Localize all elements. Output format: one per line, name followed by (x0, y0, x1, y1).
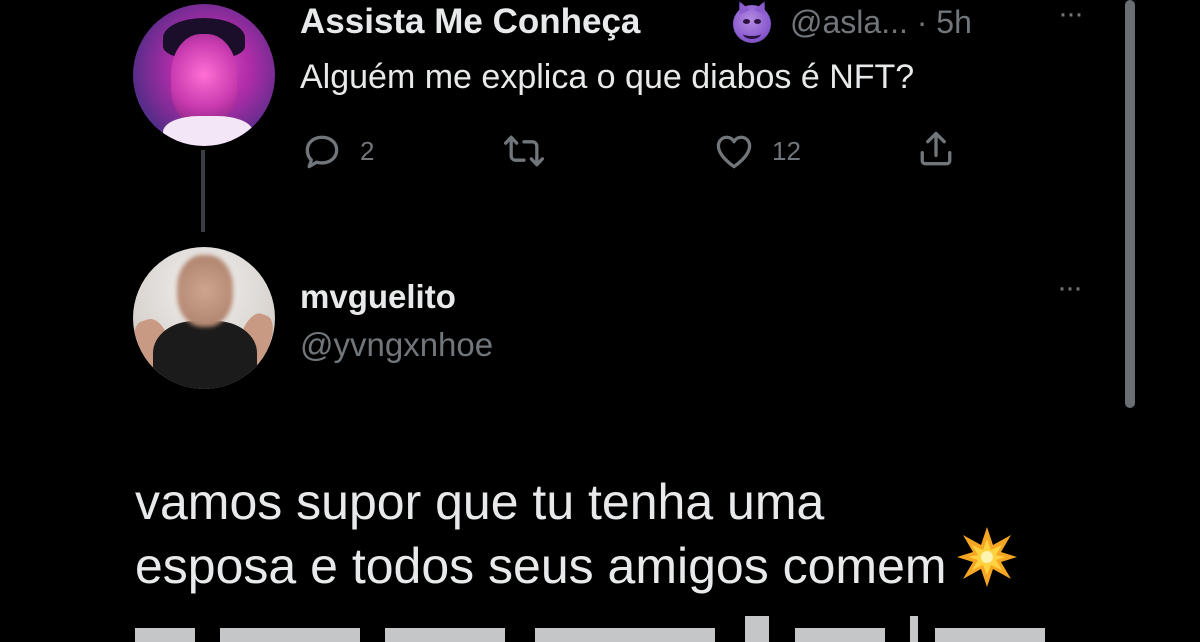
more-options-icon[interactable]: ··· (1058, 0, 1084, 29)
avatar-face (171, 34, 237, 124)
devil-mouth (743, 29, 761, 39)
avatar-assista-me-conheca[interactable] (133, 4, 275, 146)
reply-text: vamos supor que tu tenha uma esposa e to… (135, 470, 947, 598)
thread-connector-line (201, 150, 205, 232)
devil-eye-left (743, 19, 750, 24)
cut-off-text-line (135, 616, 1045, 642)
devil-eye-right (754, 19, 761, 24)
devil-horn-right (754, 0, 770, 15)
share-button[interactable] (914, 127, 958, 171)
share-icon (920, 131, 952, 166)
reply-author-handle[interactable]: @yvngxnhoe (300, 326, 493, 364)
reply-icon (305, 135, 339, 169)
avatar-mvguelito[interactable] (133, 247, 275, 389)
reply-author-name[interactable]: mvguelito (300, 278, 456, 316)
scrollbar-thumb[interactable] (1125, 0, 1135, 408)
reply-button[interactable]: 2 (300, 129, 374, 173)
smiling-devil-emoji-icon (733, 0, 771, 43)
reply-text-line: vamos supor que tu tenha uma (135, 474, 825, 530)
devil-horn-left (734, 0, 750, 15)
reply-text-line: esposa e todos seus amigos comem (135, 538, 947, 594)
avatar-body (153, 321, 257, 389)
tweet-author-handle[interactable]: @asla... · 5h (790, 4, 972, 41)
like-count: 12 (772, 135, 801, 166)
collision-emoji-icon (957, 527, 1017, 587)
avatar-blurred-face (177, 255, 233, 327)
more-options-icon[interactable]: ··· (1057, 273, 1083, 303)
tweet-text: Alguém me explica o que diabos é NFT? (300, 58, 915, 96)
reply-count: 2 (360, 135, 375, 166)
heart-icon (716, 135, 752, 169)
tweet-author-name[interactable]: Assista Me Conheça (300, 2, 640, 42)
avatar-shirt (163, 116, 253, 146)
like-button[interactable]: 12 (712, 129, 801, 173)
retweet-icon (504, 135, 544, 167)
retweet-button[interactable] (502, 129, 546, 173)
